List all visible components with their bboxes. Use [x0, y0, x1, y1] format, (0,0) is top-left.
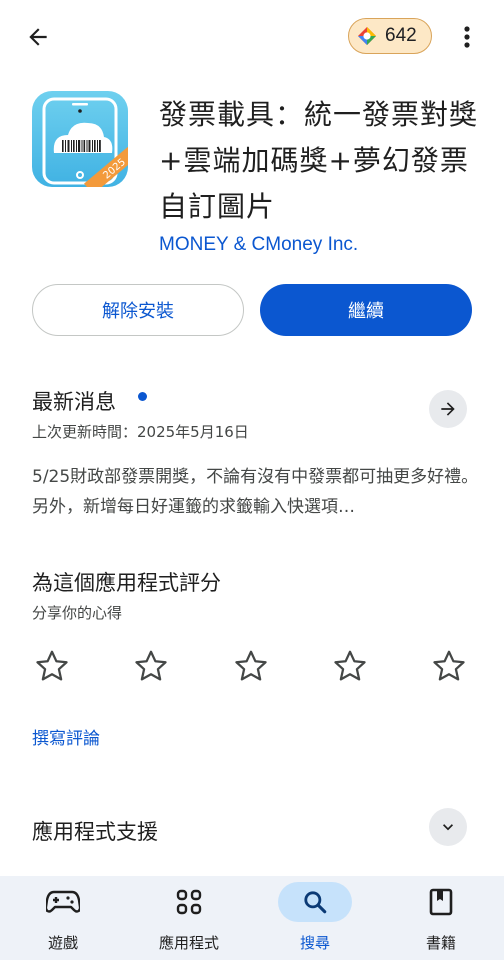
rating-star-4[interactable]	[330, 646, 370, 686]
more-options-button[interactable]	[452, 20, 482, 54]
write-review-link[interactable]: 撰寫評論	[32, 724, 100, 749]
gamepad-icon	[46, 890, 80, 913]
more-vert-icon	[464, 26, 470, 48]
whats-new-expand-button[interactable]	[429, 390, 467, 428]
nav-games-label: 遊戲	[47, 934, 78, 952]
star-outline-icon	[36, 650, 68, 681]
developer-link[interactable]: MONEY & CMoney Inc.	[159, 234, 358, 256]
book-icon	[429, 888, 453, 916]
uninstall-button[interactable]: 解除安裝	[32, 284, 244, 336]
cloud-barcode-icon: 2025	[42, 97, 128, 187]
whats-new-title: 最新消息	[32, 390, 116, 414]
rating-star-1[interactable]	[32, 646, 72, 686]
nav-apps-label: 應用程式	[158, 934, 219, 952]
points-value: 642	[385, 25, 417, 46]
nav-books[interactable]: 書籍	[378, 876, 504, 960]
search-icon	[304, 891, 327, 914]
app-support-expand-button[interactable]	[429, 808, 467, 846]
nav-search-label: 搜尋	[299, 934, 330, 952]
rate-app-subtitle: 分享你的心得	[32, 604, 123, 622]
back-button[interactable]	[18, 20, 58, 54]
star-outline-icon	[334, 650, 366, 681]
app-title: 發票載具：統一發票對獎+雲端加碼獎+夢幻發票自訂圖片	[159, 98, 479, 223]
rating-star-3[interactable]	[231, 646, 271, 686]
bottom-navigation: 遊戲 應用程式 搜尋 書籍	[0, 876, 504, 960]
nav-games[interactable]: 遊戲	[0, 876, 126, 960]
release-notes: 5/25財政部發票開獎，不論有沒有中發票都可抽更多好禮。另外，新增每日好運籤的求…	[32, 467, 479, 517]
back-arrow-icon	[29, 28, 47, 46]
rate-app-title: 為這個應用程式評分	[32, 571, 221, 595]
continue-button[interactable]: 繼續	[260, 284, 472, 336]
play-points-chip[interactable]: 642	[348, 18, 432, 54]
nav-apps[interactable]: 應用程式	[126, 876, 252, 960]
arrow-forward-icon	[441, 402, 455, 416]
rating-star-5[interactable]	[429, 646, 469, 686]
app-icon: 2025	[32, 91, 128, 187]
star-outline-icon	[135, 650, 167, 681]
app-support-title[interactable]: 應用程式支援	[32, 816, 158, 846]
star-outline-icon	[235, 650, 267, 681]
chevron-down-icon	[443, 824, 453, 831]
play-points-icon	[358, 27, 376, 45]
apps-grid-icon	[176, 889, 202, 915]
star-outline-icon	[433, 650, 465, 681]
nav-books-label: 書籍	[425, 934, 456, 952]
nav-search[interactable]: 搜尋	[252, 876, 378, 960]
rating-star-2[interactable]	[131, 646, 171, 686]
new-indicator-dot	[138, 392, 147, 401]
last-updated-text: 上次更新時間：2025年5月16日	[32, 423, 249, 441]
